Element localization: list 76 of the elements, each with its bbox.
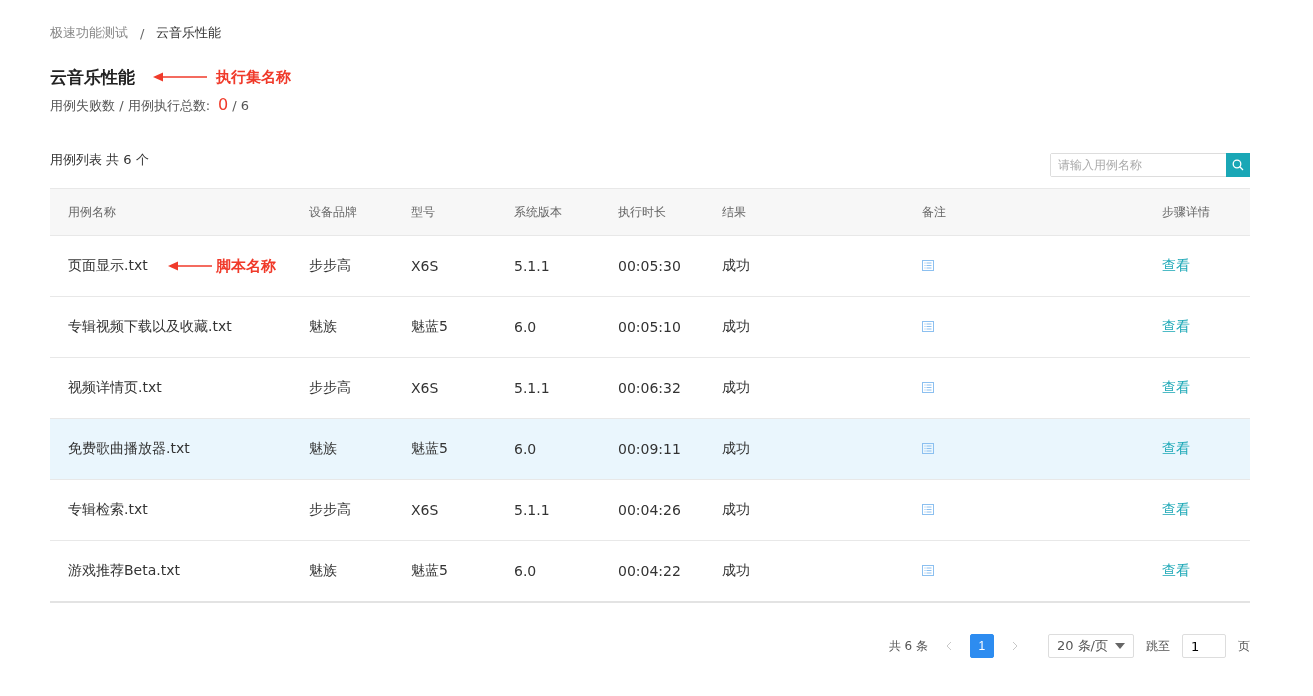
table-cell-text: 魅蓝5	[411, 318, 449, 336]
search-icon	[1232, 159, 1244, 171]
table-cell: 游戏推荐Beta.txt	[68, 562, 180, 580]
note-icon[interactable]	[922, 504, 934, 515]
table-cell-text: 成功	[722, 379, 751, 397]
search-field[interactable]: 请输入用例名称	[1050, 153, 1250, 177]
table-cell-text: 成功	[722, 257, 751, 275]
table-cell-text: 步步高	[309, 501, 352, 519]
annotation-label: 脚本名称	[215, 256, 276, 276]
column-header: 型号	[411, 203, 436, 221]
table-cell-text: 00:05:30	[618, 258, 682, 274]
table-cell: 免费歌曲播放器.txt	[68, 440, 190, 458]
total-label: 共 6 条	[888, 637, 928, 655]
table-cell-text: X6S	[411, 502, 440, 518]
table-row[interactable]: 页面显示.txt 脚本名称 步步高 X6S 5.1.1 00:05:30 成功 查看	[50, 236, 1250, 297]
breadcrumb-item[interactable]: 极速功能测试	[50, 24, 128, 42]
page-title: 云音乐性能	[50, 65, 135, 89]
column-header: 步骤详情	[1162, 203, 1211, 221]
table-cell: 专辑检索.txt	[68, 501, 148, 519]
annotation-arrow	[167, 261, 212, 271]
column-header: 执行时长	[618, 203, 667, 221]
table-cell-text: X6S	[411, 258, 440, 274]
table-cell-text: 魅族	[309, 440, 338, 458]
dropdown-caret-icon	[1115, 643, 1125, 649]
table-cell-text: 成功	[722, 440, 751, 458]
table-cell: 视频详情页.txt	[68, 379, 162, 397]
column-header: 结果	[722, 203, 747, 221]
table-cell-text: 魅蓝5	[411, 562, 449, 580]
note-icon[interactable]	[922, 565, 934, 576]
list-title: 用例列表 共 6 个	[50, 151, 149, 169]
table-row[interactable]: 免费歌曲播放器.txt 魅族 魅蓝5 6.0 00:09:11 成功 查看	[50, 419, 1250, 480]
table-cell-text: 00:06:32	[618, 380, 682, 396]
table-cell-text: 00:09:11	[618, 441, 682, 457]
note-icon[interactable]	[922, 321, 934, 332]
page-size-select[interactable]: 20 条/页	[1047, 634, 1134, 658]
table-cell-text: X6S	[411, 380, 440, 396]
table-cell: 专辑视频下载以及收藏.txt	[68, 318, 232, 336]
table-cell-text: 5.1.1	[514, 380, 551, 396]
table-cell-text: 6.0	[514, 319, 538, 335]
table-cell-text: 成功	[722, 501, 751, 519]
column-header: 系统版本	[514, 203, 563, 221]
table-cell-text: 魅族	[309, 562, 338, 580]
table-cell-text: 00:04:26	[618, 502, 682, 518]
table-cell-text: 5.1.1	[514, 502, 551, 518]
search-button[interactable]	[1226, 153, 1250, 177]
table-row[interactable]: 专辑检索.txt 步步高 X6S 5.1.1 00:04:26 成功 查看	[50, 480, 1250, 541]
table-cell-text: 步步高	[309, 257, 352, 275]
table-cell-text: 6.0	[514, 563, 538, 579]
column-header: 设备品牌	[309, 203, 358, 221]
table-row[interactable]: 游戏推荐Beta.txt 魅族 魅蓝5 6.0 00:04:22 成功 查看	[50, 541, 1250, 601]
table-cell-text: 00:04:22	[618, 563, 682, 579]
table-cell-text: 魅蓝5	[411, 440, 449, 458]
table-cell-text: 步步高	[309, 379, 352, 397]
jump-label: 跳至	[1146, 637, 1170, 655]
annotation-arrow	[153, 72, 207, 82]
column-header: 备注	[922, 203, 947, 221]
note-icon[interactable]	[922, 260, 934, 271]
table-cell-text: 成功	[722, 562, 751, 580]
summary-label: 用例失败数 / 用例执行总数:	[50, 97, 211, 115]
table-row[interactable]: 专辑视频下载以及收藏.txt 魅族 魅蓝5 6.0 00:05:10 成功 查看	[50, 297, 1250, 358]
breadcrumb-item: 云音乐性能	[156, 24, 222, 42]
page-suffix: 页	[1238, 637, 1250, 655]
breadcrumb-separator: /	[140, 25, 145, 41]
total-count: / 6	[232, 98, 249, 113]
note-icon[interactable]	[922, 443, 934, 454]
annotation-label: 执行集名称	[216, 67, 291, 87]
table-cell-text: 成功	[722, 318, 751, 336]
table-cell-text: 魅族	[309, 318, 338, 336]
column-header: 用例名称	[68, 203, 117, 221]
page-input[interactable]: 1	[1182, 634, 1226, 658]
note-icon[interactable]	[922, 382, 934, 393]
table-cell: 页面显示.txt	[68, 257, 148, 275]
table-cell-text: 5.1.1	[514, 258, 551, 274]
failed-count: 0	[218, 95, 229, 114]
table-cell-text: 00:05:10	[618, 319, 682, 335]
table-cell-text: 6.0	[514, 441, 538, 457]
